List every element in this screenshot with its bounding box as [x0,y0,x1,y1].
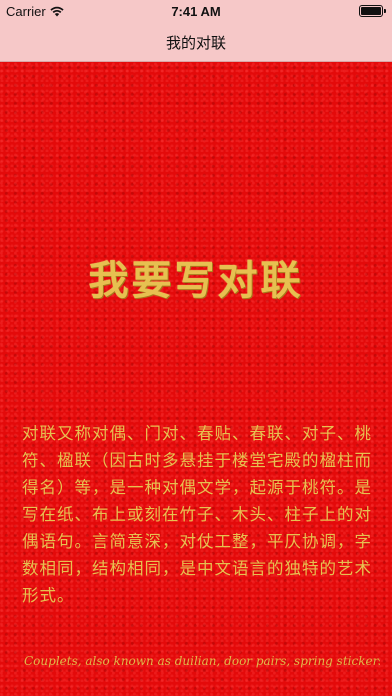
write-couplet-headline[interactable]: 我要写对联 [0,248,392,306]
couplet-description-text: 对联又称对偶、门对、春贴、春联、对子、桃符、楹联（因古时多悬挂于楼堂宅殿的楹柱而… [22,424,372,605]
status-time: 7:41 AM [171,4,221,19]
page-title: 我的对联 [165,34,226,52]
battery-icon [359,5,386,17]
status-bar: Carrier 7:41 AM [0,0,392,22]
navigation-bar: 我的对联 [0,22,392,62]
english-description-text: Couplets, also known as duilian, door pa… [24,654,380,668]
couplet-intro-panel: 我要写对联 对联又称对偶、门对、春贴、春联、对子、桃符、楹联（因古时多悬挂于楼堂… [0,62,392,696]
